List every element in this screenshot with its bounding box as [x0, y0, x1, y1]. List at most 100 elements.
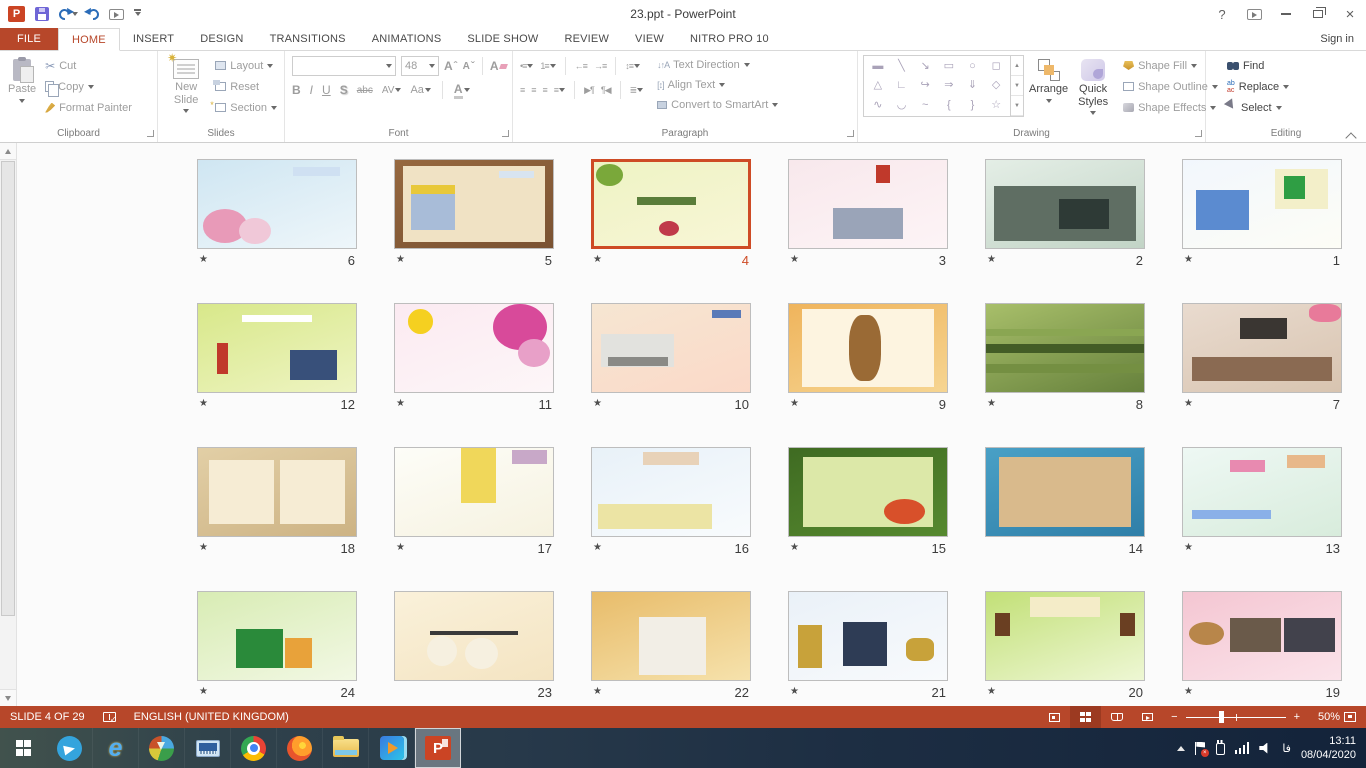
font-color-button[interactable]: A	[454, 82, 470, 99]
idm-taskbar-button[interactable]	[139, 728, 185, 768]
sign-in-link[interactable]: Sign in	[1308, 28, 1366, 50]
collapse-ribbon-icon[interactable]	[1346, 130, 1356, 138]
restore-button[interactable]	[1302, 0, 1334, 28]
slide-thumbnail-2[interactable]	[985, 159, 1145, 249]
paragraph-dialog-launcher[interactable]	[847, 130, 854, 137]
shape-option[interactable]: △	[874, 80, 882, 91]
animation-star-icon[interactable]: ★	[593, 255, 602, 265]
animation-star-icon[interactable]: ★	[396, 255, 405, 265]
copy-button[interactable]: Copy	[41, 76, 136, 97]
section-button[interactable]: Section	[211, 97, 281, 118]
customize-qat-icon[interactable]	[134, 9, 141, 19]
find-button[interactable]: Find	[1223, 55, 1293, 76]
font-name-combo[interactable]	[292, 56, 396, 76]
shape-option[interactable]: ⇓	[968, 80, 977, 91]
shape-option[interactable]: }	[971, 100, 975, 111]
font-dialog-launcher[interactable]	[502, 130, 509, 137]
chrome-taskbar-button[interactable]	[231, 728, 277, 768]
save-icon[interactable]	[35, 7, 49, 21]
media-player-taskbar-button[interactable]	[369, 728, 415, 768]
file-explorer-taskbar-button[interactable]	[323, 728, 369, 768]
zoom-out-button[interactable]: −	[1171, 711, 1177, 723]
firefox-taskbar-button[interactable]	[277, 728, 323, 768]
convert-to-smartart-button[interactable]: Convert to SmartArt	[653, 95, 782, 115]
animation-star-icon[interactable]: ★	[199, 543, 208, 553]
animation-star-icon[interactable]: ★	[790, 399, 799, 409]
shapes-gallery[interactable]: ▬╲↘▭○◻△∟↪⇒⇓◇∿◡~{}☆	[863, 55, 1011, 117]
language-indicator[interactable]: ENGLISH (UNITED KINGDOM)	[134, 711, 289, 723]
quick-styles-button[interactable]: Quick Styles	[1073, 54, 1113, 121]
animation-star-icon[interactable]: ★	[593, 687, 602, 697]
font-size-combo[interactable]: 48	[401, 56, 439, 76]
tab-design[interactable]: DESIGN	[187, 28, 256, 50]
power-icon[interactable]	[1216, 743, 1225, 755]
animation-star-icon[interactable]: ★	[593, 399, 602, 409]
animation-star-icon[interactable]: ★	[790, 255, 799, 265]
input-language-indicator[interactable]: فا	[1282, 742, 1291, 755]
tab-view[interactable]: VIEW	[622, 28, 677, 50]
align-right-button[interactable]: ≡	[543, 85, 547, 95]
hidden-icons-chevron[interactable]	[1177, 742, 1185, 751]
increase-indent-button[interactable]: →≡	[594, 61, 606, 71]
slide-thumbnail-17[interactable]	[394, 447, 554, 537]
normal-view-button[interactable]	[1039, 706, 1070, 728]
shape-option[interactable]: ▭	[944, 61, 954, 72]
clock[interactable]: 13:1108/04/2020	[1301, 734, 1356, 763]
shape-option[interactable]: ◡	[897, 100, 907, 111]
change-case-button[interactable]: Aa	[410, 84, 430, 96]
tab-home[interactable]: HOME	[58, 28, 120, 51]
drawing-dialog-launcher[interactable]	[1195, 130, 1202, 137]
animation-star-icon[interactable]: ★	[199, 255, 208, 265]
decrease-indent-button[interactable]: ←≡	[575, 61, 587, 71]
character-spacing-button[interactable]: AV	[382, 85, 402, 96]
remote-desktop-taskbar-button[interactable]	[185, 728, 231, 768]
spell-check-icon[interactable]	[103, 712, 116, 722]
scrollbar-thumb[interactable]	[1, 161, 15, 616]
align-left-button[interactable]: ≡	[520, 85, 524, 95]
zoom-level[interactable]: 50%	[1308, 711, 1340, 723]
shape-option[interactable]: ◻	[992, 61, 1001, 72]
animation-star-icon[interactable]: ★	[987, 399, 996, 409]
minimize-button[interactable]	[1270, 0, 1302, 28]
slide-thumbnail-1[interactable]	[1182, 159, 1342, 249]
columns-button[interactable]: ≣	[630, 85, 644, 96]
strikethrough-button[interactable]: abc	[357, 85, 373, 96]
shape-option[interactable]: ╲	[898, 61, 905, 72]
shape-option[interactable]: ⇒	[944, 80, 953, 91]
slide-thumbnail-20[interactable]	[985, 591, 1145, 681]
zoom-slider[interactable]	[1186, 717, 1286, 718]
line-spacing-button[interactable]: ↕≡	[625, 61, 640, 71]
slide-thumbnail-10[interactable]	[591, 303, 751, 393]
reset-button[interactable]: Reset	[211, 76, 281, 97]
shape-option[interactable]: ◇	[992, 80, 1000, 91]
paste-dropdown-icon[interactable]	[19, 99, 25, 106]
slide-thumbnail-18[interactable]	[197, 447, 357, 537]
slide-sorter-view-button[interactable]	[1070, 706, 1101, 728]
tab-slide-show[interactable]: SLIDE SHOW	[454, 28, 551, 50]
copy-dropdown-icon[interactable]	[88, 85, 94, 92]
zoom-in-button[interactable]: +	[1294, 711, 1300, 723]
animation-star-icon[interactable]: ★	[396, 543, 405, 553]
powerpoint-app-icon[interactable]: P	[8, 6, 25, 22]
shapes-scroll-up-icon[interactable]: ▲	[1011, 56, 1023, 76]
close-button[interactable]: ×	[1334, 0, 1366, 28]
tab-nitro-pro-10[interactable]: NITRO PRO 10	[677, 28, 782, 50]
shape-option[interactable]: ☆	[991, 100, 1001, 111]
new-slide-dropdown-icon[interactable]	[183, 109, 189, 116]
action-center-flag-icon[interactable]: ×	[1195, 742, 1206, 755]
right-to-left-button[interactable]: ¶◀	[601, 85, 611, 96]
clear-formatting-button[interactable]: A	[490, 59, 507, 73]
new-slide-button[interactable]: New Slide	[161, 54, 211, 119]
vertical-scrollbar[interactable]	[0, 143, 17, 706]
slide-thumbnail-9[interactable]	[788, 303, 948, 393]
tab-animations[interactable]: ANIMATIONS	[359, 28, 455, 50]
format-painter-button[interactable]: Format Painter	[41, 97, 136, 118]
italic-button[interactable]: I	[310, 83, 313, 97]
animation-star-icon[interactable]: ★	[199, 399, 208, 409]
zoom-slider-thumb[interactable]	[1219, 711, 1224, 723]
tab-insert[interactable]: INSERT	[120, 28, 187, 50]
slide-thumbnail-14[interactable]	[985, 447, 1145, 537]
animation-star-icon[interactable]: ★	[987, 687, 996, 697]
animation-star-icon[interactable]: ★	[790, 687, 799, 697]
cut-button[interactable]: ✂Cut	[41, 55, 136, 76]
